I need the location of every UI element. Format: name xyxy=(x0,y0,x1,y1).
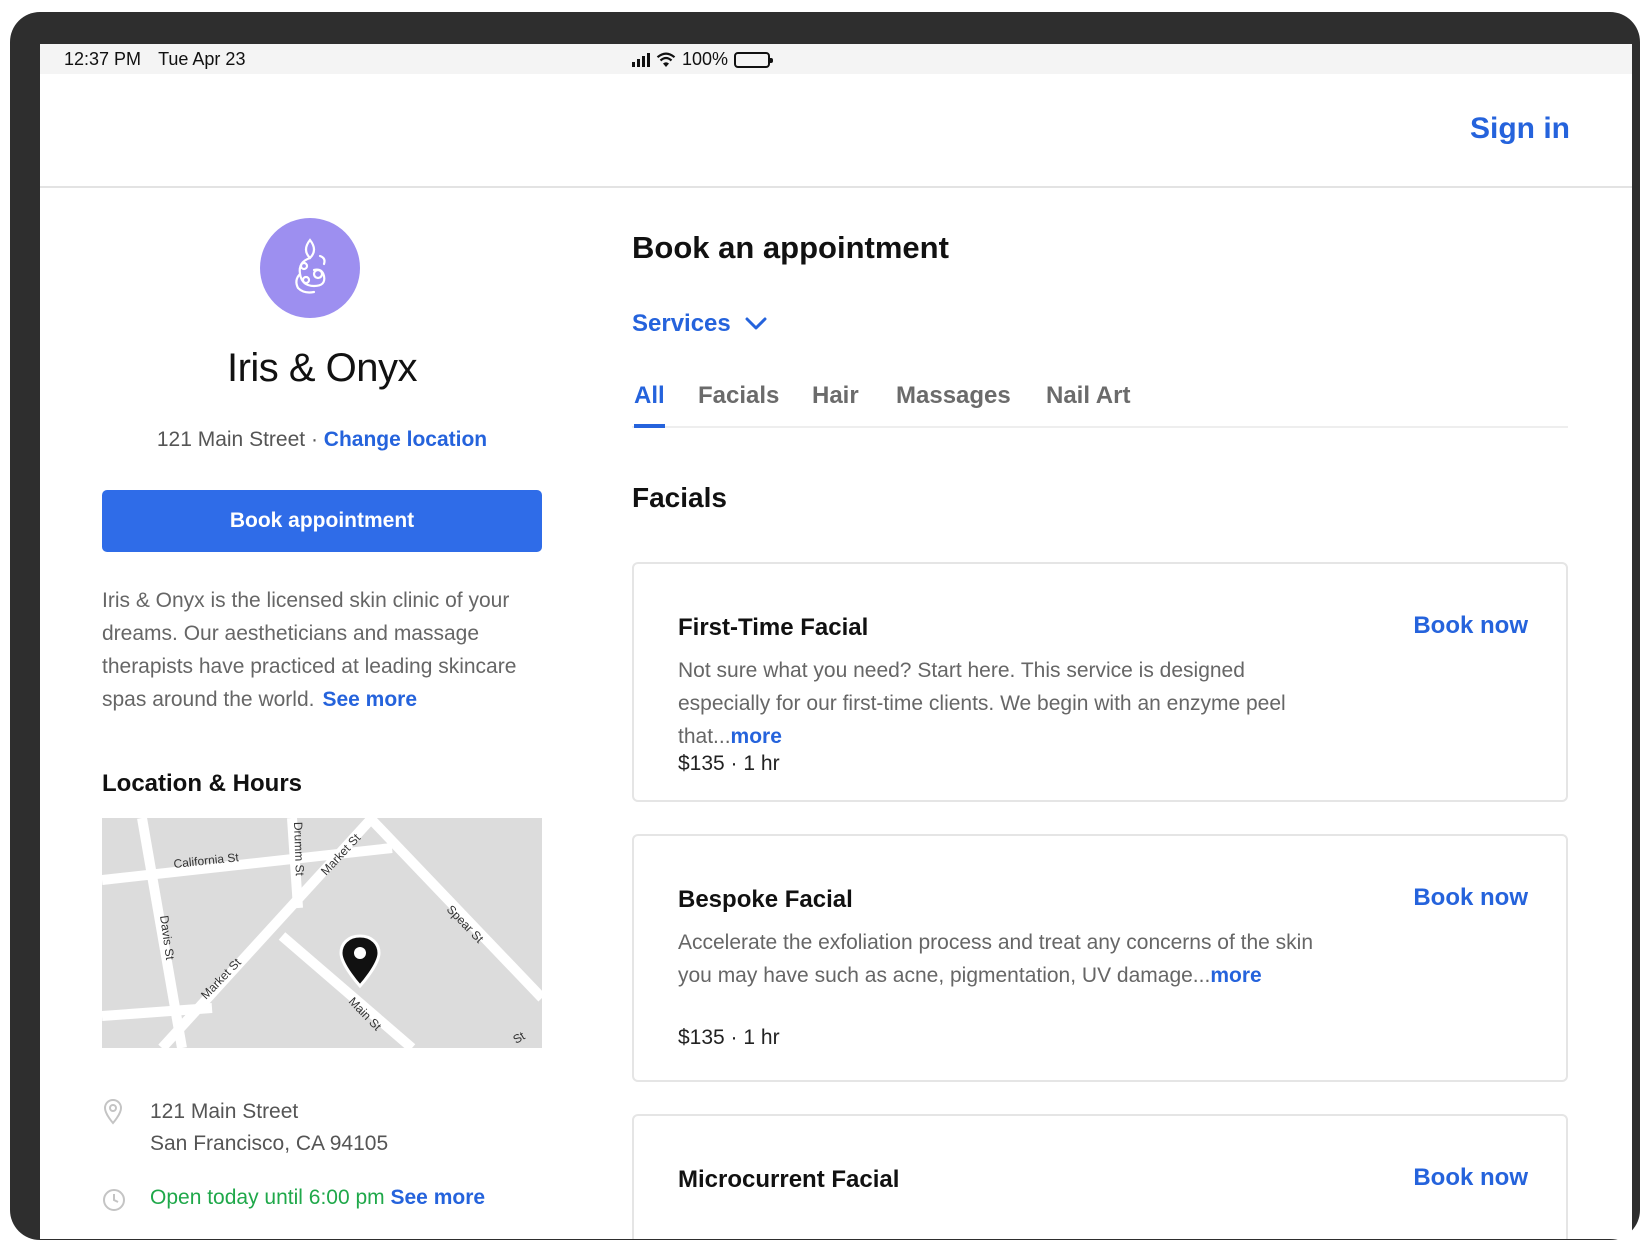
address-line-2: San Francisco, CA 94105 xyxy=(150,1132,389,1155)
service-card: First-Time Facial Book now Not sure what… xyxy=(632,562,1568,802)
business-logo xyxy=(260,218,360,318)
status-bar: 12:37 PM Tue Apr 23 100% xyxy=(40,44,1632,74)
tab-facials[interactable]: Facials xyxy=(698,382,779,424)
location-line: 121 Main Street · Change location xyxy=(102,428,542,452)
more-link[interactable]: more xyxy=(1210,964,1261,987)
service-description: Accelerate the exfoliation process and t… xyxy=(678,926,1328,992)
sign-in-link[interactable]: Sign in xyxy=(1470,112,1570,146)
tab-hair[interactable]: Hair xyxy=(812,382,859,424)
service-price: $135 · 1 hr xyxy=(678,752,780,775)
section-title-facials: Facials xyxy=(632,482,727,513)
tab-all[interactable]: All xyxy=(634,382,665,428)
service-price: $135 · 1 hr xyxy=(678,1026,780,1049)
services-dropdown[interactable]: Services xyxy=(632,310,767,338)
see-more-link[interactable]: See more xyxy=(322,688,417,711)
more-link[interactable]: more xyxy=(731,725,782,748)
location-hours-title: Location & Hours xyxy=(102,770,303,797)
address-line-1: 121 Main Street xyxy=(150,1100,299,1123)
service-name: First-Time Facial xyxy=(678,614,869,641)
status-right: 100% xyxy=(632,49,1568,70)
description-text: Iris & Onyx is the licensed skin clinic … xyxy=(102,589,517,711)
location-pin-icon xyxy=(103,1098,123,1125)
address-lines: 121 Main Street San Francisco, CA 94105 xyxy=(150,1096,388,1160)
location-separator: · xyxy=(305,428,324,451)
business-description: Iris & Onyx is the licensed skin clinic … xyxy=(102,584,542,716)
cell-signal-icon xyxy=(632,52,650,67)
battery-percent: 100% xyxy=(682,49,729,69)
tab-massages[interactable]: Massages xyxy=(896,382,1011,424)
status-date: Tue Apr 23 xyxy=(158,49,246,69)
category-tabs: All Facials Hair Massages Nail Art xyxy=(632,378,1568,428)
lotus-swirl-icon xyxy=(295,238,326,294)
book-appointment-button[interactable]: Book appointment xyxy=(102,490,542,552)
service-description: Not sure what you need? Start here. This… xyxy=(678,654,1328,753)
status-clock: 12:37 PM xyxy=(64,49,142,69)
street-label-drumm: Drumm St xyxy=(291,822,307,877)
top-bar: Sign in xyxy=(40,74,1632,188)
location-address: 121 Main Street xyxy=(156,428,306,451)
book-now-button[interactable]: Book now xyxy=(1413,884,1528,912)
chevron-down-icon xyxy=(745,317,767,330)
service-name: Microcurrent Facial xyxy=(678,1166,900,1193)
wifi-icon xyxy=(656,52,676,67)
book-now-button[interactable]: Book now xyxy=(1413,612,1528,640)
screen: 12:37 PM Tue Apr 23 100% Sign in Iris & … xyxy=(40,44,1632,1239)
change-location-link[interactable]: Change location xyxy=(324,428,487,451)
hours-see-more-link[interactable]: See more xyxy=(391,1186,486,1209)
tab-nail-art[interactable]: Nail Art xyxy=(1046,382,1130,424)
location-map[interactable]: California St Drumm St Market St Spear S… xyxy=(102,818,542,1048)
service-card: Microcurrent Facial Book now xyxy=(632,1114,1568,1239)
service-name: Bespoke Facial xyxy=(678,886,853,913)
business-name: Iris & Onyx xyxy=(226,346,418,390)
device-frame: 12:37 PM Tue Apr 23 100% Sign in Iris & … xyxy=(10,12,1640,1240)
status-time: 12:37 PM Tue Apr 23 xyxy=(64,49,245,70)
battery-icon xyxy=(734,51,774,68)
services-dropdown-label: Services xyxy=(632,310,731,337)
map-graphic: California St Drumm St Market St Spear S… xyxy=(102,818,542,1048)
page-title: Book an appointment xyxy=(632,230,949,265)
hours-text: Open today until 6:00 pm See more xyxy=(150,1186,485,1210)
book-now-button[interactable]: Book now xyxy=(1413,1164,1528,1192)
service-card: Bespoke Facial Book now Accelerate the e… xyxy=(632,834,1568,1082)
clock-icon xyxy=(103,1189,125,1211)
open-status: Open today until 6:00 pm xyxy=(150,1186,385,1209)
